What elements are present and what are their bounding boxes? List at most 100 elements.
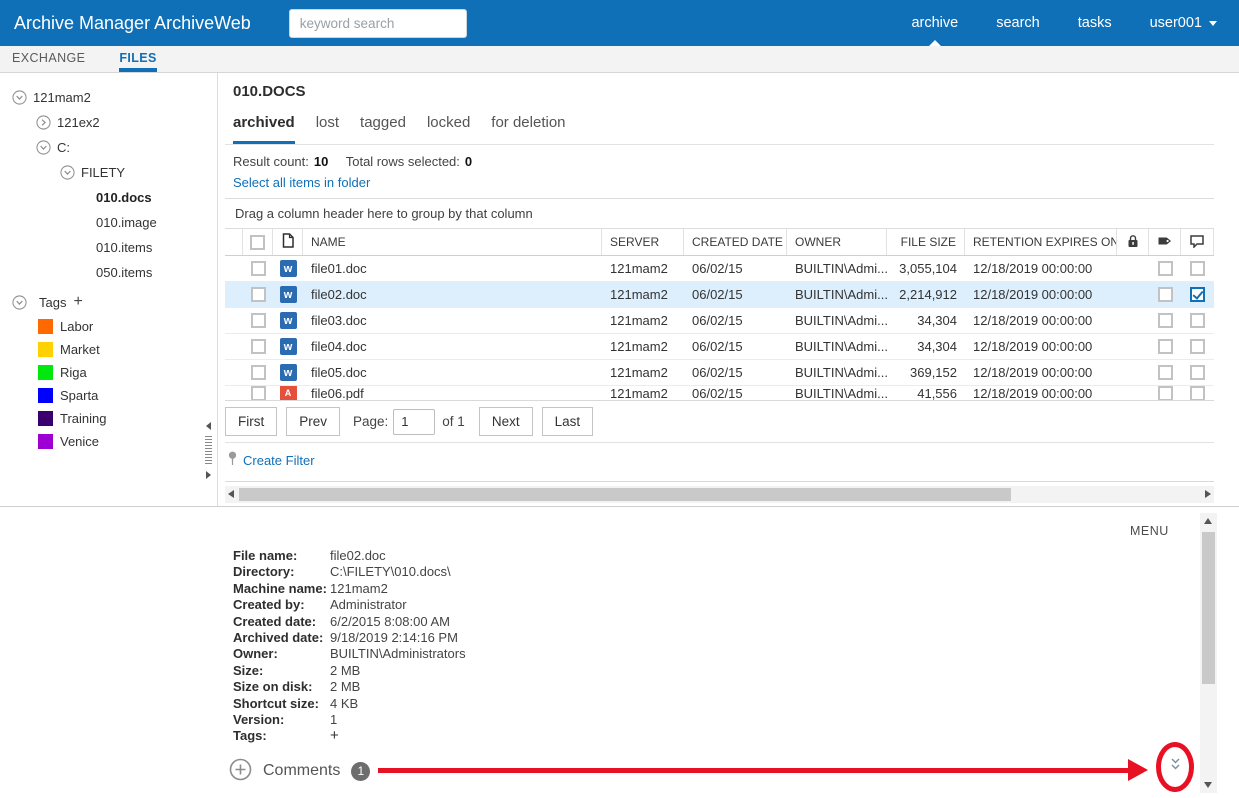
- column-header-owner[interactable]: OWNER: [787, 229, 887, 255]
- horizontal-scroll-thumb[interactable]: [239, 488, 1011, 501]
- top-nav-item[interactable]: tasks: [1078, 0, 1112, 46]
- tree-expand-icon[interactable]: [36, 140, 51, 155]
- comments-section-header[interactable]: Comments 1: [229, 758, 371, 784]
- select-all-checkbox[interactable]: [250, 234, 265, 250]
- tag-checkbox[interactable]: [1157, 261, 1173, 276]
- tag-checkbox[interactable]: [1157, 386, 1173, 400]
- details-vertical-scrollbar[interactable]: [1200, 513, 1217, 793]
- tag-checkbox[interactable]: [1157, 339, 1173, 354]
- detail-field-label: Size on disk:: [233, 679, 313, 695]
- top-nav-item[interactable]: user001: [1150, 0, 1217, 46]
- column-header-tag[interactable]: [1149, 229, 1181, 255]
- file-name-cell: file03.doc: [311, 313, 367, 328]
- select-all-link[interactable]: Select all items in folder: [233, 175, 370, 190]
- details-menu-button[interactable]: MENU: [1130, 524, 1169, 538]
- tag-checkbox[interactable]: [1157, 287, 1173, 302]
- row-select-checkbox[interactable]: [250, 287, 266, 302]
- group-by-hint-bar[interactable]: Drag a column header here to group by th…: [225, 198, 1214, 229]
- module-tab[interactable]: EXCHANGE: [12, 46, 85, 72]
- view-tab[interactable]: lost: [316, 114, 339, 144]
- column-header-name[interactable]: NAME: [303, 229, 602, 255]
- table-row[interactable]: file02.doc 121mam2 06/02/15 BUILTIN\Admi…: [225, 282, 1214, 308]
- row-select-checkbox[interactable]: [250, 365, 266, 380]
- page-number-input[interactable]: [393, 408, 436, 435]
- table-row[interactable]: file06.pdf 121mam2 06/02/15 BUILTIN\Admi…: [225, 386, 1214, 401]
- comment-checkbox[interactable]: [1190, 386, 1205, 400]
- comment-checkbox[interactable]: [1190, 339, 1205, 354]
- keyword-search-input[interactable]: [288, 8, 467, 38]
- view-tab[interactable]: archived: [233, 114, 295, 144]
- first-page-button[interactable]: First: [225, 407, 278, 436]
- tree-expand-icon[interactable]: [60, 165, 75, 180]
- add-comment-icon[interactable]: [229, 758, 252, 784]
- view-tab[interactable]: tagged: [360, 114, 406, 144]
- detail-field-value[interactable]: +: [330, 728, 339, 745]
- sidebar-splitter[interactable]: [203, 422, 213, 480]
- result-summary: Result count: 10 Total rows selected: 0: [233, 154, 1214, 169]
- tag-item[interactable]: Sparta: [0, 384, 217, 407]
- create-filter-link[interactable]: Create Filter: [243, 453, 315, 468]
- column-header-created-date[interactable]: CREATED DATE: [684, 229, 787, 255]
- scroll-down-arrow-icon[interactable]: [1204, 782, 1212, 788]
- table-row[interactable]: file05.doc 121mam2 06/02/15 BUILTIN\Admi…: [225, 360, 1214, 386]
- detail-field-value: 4 KB: [330, 695, 359, 711]
- module-tab[interactable]: FILES: [119, 46, 157, 72]
- comment-checkbox[interactable]: [1190, 313, 1205, 328]
- tree-item[interactable]: C:: [0, 135, 217, 160]
- tag-item[interactable]: Training: [0, 407, 217, 430]
- scroll-left-arrow-icon[interactable]: [228, 490, 234, 498]
- tree-expand-icon[interactable]: [12, 294, 27, 310]
- tree-expand-icon[interactable]: [36, 115, 51, 130]
- scroll-right-arrow-icon[interactable]: [1205, 490, 1211, 498]
- view-tab[interactable]: for deletion: [491, 114, 565, 144]
- top-nav-item[interactable]: archive: [911, 0, 958, 46]
- scroll-up-arrow-icon[interactable]: [1204, 518, 1212, 524]
- horizontal-scrollbar[interactable]: [225, 486, 1214, 503]
- last-page-button[interactable]: Last: [541, 407, 594, 436]
- tree-item[interactable]: FILETY: [0, 160, 217, 185]
- tree-item[interactable]: 010.image: [0, 210, 217, 235]
- table-row[interactable]: file01.doc 121mam2 06/02/15 BUILTIN\Admi…: [225, 256, 1214, 282]
- column-header-server[interactable]: SERVER: [602, 229, 684, 255]
- comment-checkbox[interactable]: [1190, 365, 1205, 380]
- tree-item[interactable]: 010.docs: [0, 185, 217, 210]
- collapse-left-icon[interactable]: [205, 422, 211, 430]
- column-header-comment[interactable]: [1181, 229, 1214, 255]
- row-select-checkbox[interactable]: [250, 339, 266, 354]
- splitter-grip[interactable]: [204, 436, 212, 464]
- vertical-scroll-thumb[interactable]: [1202, 532, 1215, 684]
- comment-checkbox[interactable]: [1190, 261, 1205, 276]
- table-row[interactable]: file04.doc 121mam2 06/02/15 BUILTIN\Admi…: [225, 334, 1214, 360]
- prev-page-button[interactable]: Prev: [286, 407, 341, 436]
- row-select-checkbox[interactable]: [250, 313, 266, 328]
- tag-checkbox[interactable]: [1157, 365, 1173, 380]
- view-tab[interactable]: locked: [427, 114, 470, 144]
- file-size-cell: 41,556: [917, 386, 957, 400]
- detail-field-label: Created by:: [233, 597, 305, 613]
- tag-checkbox[interactable]: [1157, 313, 1173, 328]
- column-header-retention[interactable]: RETENTION EXPIRES ON: [965, 229, 1117, 255]
- detail-field-label: Archived date:: [233, 630, 324, 646]
- collapse-right-icon[interactable]: [205, 471, 211, 479]
- top-nav-item[interactable]: search: [996, 0, 1040, 46]
- page-label: Page:: [353, 414, 389, 429]
- column-header-file-size[interactable]: FILE SIZE: [887, 229, 965, 255]
- tag-item[interactable]: Riga: [0, 361, 217, 384]
- tag-item[interactable]: Market: [0, 338, 217, 361]
- tree-item[interactable]: 121ex2: [0, 110, 217, 135]
- lock-cell: [1117, 334, 1149, 359]
- tree-expand-icon[interactable]: [12, 90, 27, 105]
- add-tag-button[interactable]: +: [73, 294, 82, 310]
- comment-checkbox[interactable]: [1190, 287, 1205, 302]
- tree-item[interactable]: 010.items: [0, 235, 217, 260]
- row-select-checkbox[interactable]: [250, 386, 266, 400]
- row-select-checkbox[interactable]: [250, 261, 266, 276]
- column-header-lock[interactable]: [1117, 229, 1149, 255]
- tag-item[interactable]: Venice: [0, 430, 217, 453]
- next-page-button[interactable]: Next: [478, 407, 533, 436]
- table-row[interactable]: file03.doc 121mam2 06/02/15 BUILTIN\Admi…: [225, 308, 1214, 334]
- tree-item[interactable]: 121mam2: [0, 85, 217, 110]
- tag-item[interactable]: Labor: [0, 315, 217, 338]
- header-doctype-cell[interactable]: [273, 229, 303, 255]
- tree-item[interactable]: 050.items: [0, 260, 217, 285]
